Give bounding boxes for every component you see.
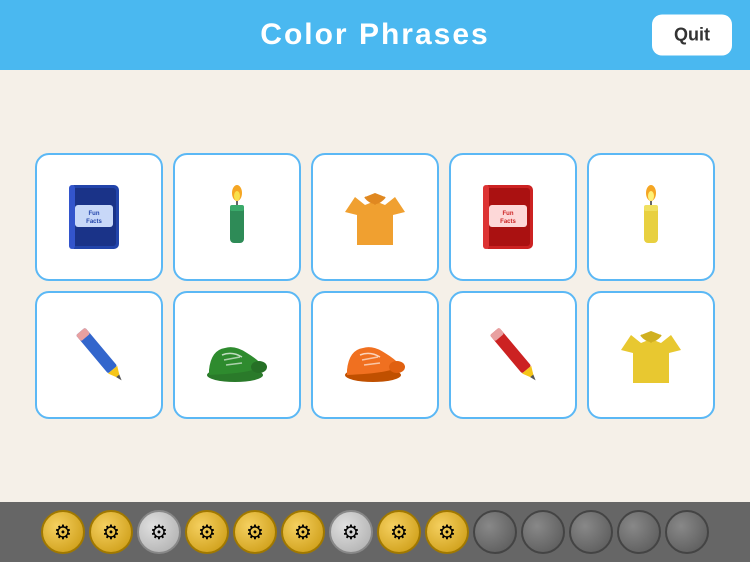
quit-button[interactable]: Quit [652, 15, 732, 56]
coin-1[interactable]: ⚙ [41, 510, 85, 554]
coin-11[interactable] [521, 510, 565, 554]
coin-8[interactable]: ⚙ [377, 510, 421, 554]
card-blue-book[interactable]: Fun Facts [35, 153, 163, 281]
card-orange-shoe[interactable] [311, 291, 439, 419]
svg-text:Fun: Fun [89, 211, 100, 217]
coin-13[interactable] [617, 510, 661, 554]
card-yellow-shirt[interactable] [587, 291, 715, 419]
coin-7[interactable]: ⚙ [329, 510, 373, 554]
card-green-candle[interactable] [173, 153, 301, 281]
card-green-shoe[interactable] [173, 291, 301, 419]
card-blue-pencil[interactable] [35, 291, 163, 419]
coin-3[interactable]: ⚙ [137, 510, 181, 554]
card-red-pencil[interactable] [449, 291, 577, 419]
card-grid: Fun Facts [0, 70, 750, 502]
card-row-1: Fun Facts [35, 153, 715, 281]
coin-12[interactable] [569, 510, 613, 554]
coin-14[interactable] [665, 510, 709, 554]
svg-text:Facts: Facts [86, 219, 102, 225]
card-row-2 [35, 291, 715, 419]
page-title: Color Phrases [260, 18, 489, 52]
app-header: Color Phrases Quit [0, 0, 750, 70]
card-yellow-candle[interactable] [587, 153, 715, 281]
card-orange-shirt[interactable] [311, 153, 439, 281]
coin-6[interactable]: ⚙ [281, 510, 325, 554]
svg-text:Facts: Facts [500, 219, 516, 225]
bottom-bar: ⚙ ⚙ ⚙ ⚙ ⚙ ⚙ ⚙ ⚙ ⚙ [0, 502, 750, 562]
card-red-book[interactable]: Fun Facts [449, 153, 577, 281]
svg-text:Fun: Fun [503, 211, 514, 217]
coin-4[interactable]: ⚙ [185, 510, 229, 554]
coin-9[interactable]: ⚙ [425, 510, 469, 554]
coin-5[interactable]: ⚙ [233, 510, 277, 554]
coin-2[interactable]: ⚙ [89, 510, 133, 554]
coin-10[interactable] [473, 510, 517, 554]
